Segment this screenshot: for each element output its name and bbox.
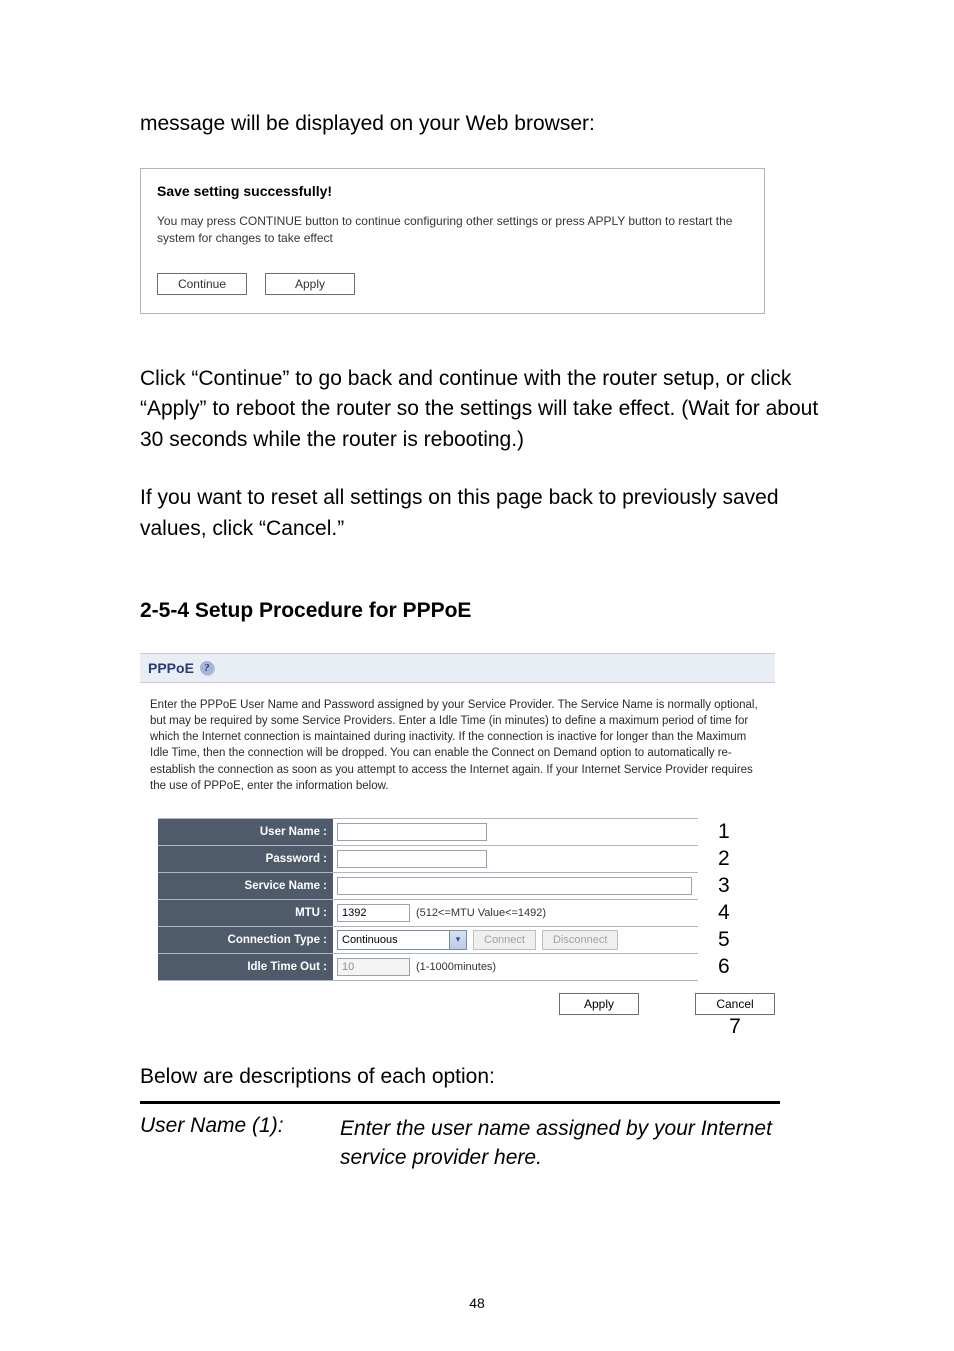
username-label: User Name : — [158, 819, 333, 845]
save-setting-panel: Save setting successfully! You may press… — [140, 168, 765, 314]
save-title: Save setting successfully! — [157, 183, 748, 199]
pppoe-description: Enter the PPPoE User Name and Password a… — [140, 683, 775, 818]
idle-timeout-input — [337, 958, 410, 976]
connection-type-label: Connection Type : — [158, 927, 333, 953]
service-name-label: Service Name : — [158, 873, 333, 899]
mtu-hint: (512<=MTU Value<=1492) — [416, 907, 546, 919]
disconnect-button[interactable]: Disconnect — [542, 930, 618, 950]
connection-type-value: Continuous — [342, 934, 398, 946]
intro-text: message will be displayed on your Web br… — [140, 110, 824, 138]
body-paragraph-2: If you want to reset all settings on thi… — [140, 483, 824, 544]
save-message: You may press CONTINUE button to continu… — [157, 213, 748, 247]
description-table: User Name (1): Enter the user name assig… — [140, 1101, 780, 1173]
username-input[interactable] — [337, 823, 487, 841]
service-name-input[interactable] — [337, 877, 692, 895]
idle-hint: (1-1000minutes) — [416, 961, 496, 973]
desc-text: Enter the user name assigned by your Int… — [340, 1114, 780, 1173]
chevron-down-icon: ▾ — [449, 931, 466, 949]
continue-button[interactable]: Continue — [157, 273, 247, 295]
idle-timeout-label: Idle Time Out : — [158, 954, 333, 980]
help-icon[interactable]: ? — [200, 661, 214, 675]
annotation-numbers: 1 2 3 4 5 6 — [718, 819, 730, 981]
annotation-7: 7 — [140, 1015, 775, 1039]
desc-label: User Name (1): — [140, 1114, 310, 1173]
mtu-label: MTU : — [158, 900, 333, 926]
section-heading: 2-5-4 Setup Procedure for PPPoE — [140, 599, 824, 623]
connection-type-select[interactable]: Continuous ▾ — [337, 930, 467, 950]
password-input[interactable] — [337, 850, 487, 868]
connect-button[interactable]: Connect — [473, 930, 536, 950]
pppoe-title: PPPoE — [148, 660, 194, 676]
pppoe-form: 1 2 3 4 5 6 User Name : Password : Servi… — [158, 818, 698, 981]
password-label: Password : — [158, 846, 333, 872]
pppoe-apply-button[interactable]: Apply — [559, 993, 639, 1015]
apply-button[interactable]: Apply — [265, 273, 355, 295]
pppoe-cancel-button[interactable]: Cancel — [695, 993, 775, 1015]
page-number: 48 — [0, 1295, 954, 1311]
below-text: Below are descriptions of each option: — [140, 1065, 824, 1089]
body-paragraph-1: Click “Continue” to go back and continue… — [140, 364, 824, 455]
pppoe-panel: PPPoE ? Enter the PPPoE User Name and Pa… — [140, 653, 775, 1015]
mtu-input[interactable] — [337, 904, 410, 922]
